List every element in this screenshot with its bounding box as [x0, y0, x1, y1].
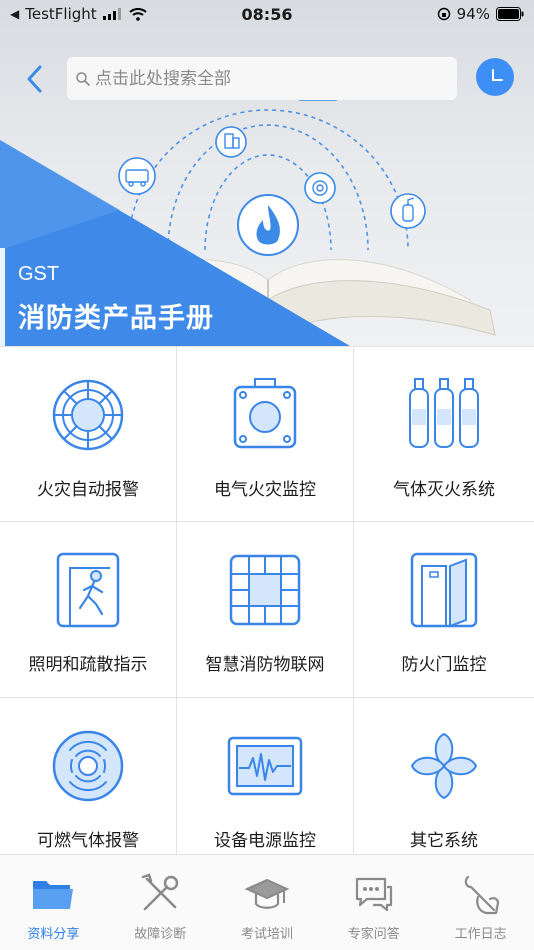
category-electrical-fire[interactable]: 电气火灾监控 [177, 347, 354, 522]
electrical-monitor-icon [233, 378, 297, 449]
search-input[interactable] [95, 68, 435, 89]
tab-work-log[interactable]: 工作日志 [427, 855, 534, 950]
orientation-lock-icon [437, 7, 450, 21]
wrench-hand-icon [464, 875, 499, 915]
tab-label: 资料分享 [27, 927, 80, 942]
other-systems-icon [410, 732, 478, 800]
status-time: 08:56 [241, 4, 293, 24]
chat-bubbles-icon [355, 877, 392, 912]
iot-chip-icon [229, 554, 301, 626]
tab-label: 考试培训 [240, 927, 293, 942]
folder-icon [33, 881, 74, 909]
battery-icon [496, 7, 524, 21]
category-power-monitoring[interactable]: 设备电源监控 [177, 698, 354, 855]
category-label: 电气火灾监控 [214, 480, 316, 500]
category-label: 其它系统 [410, 831, 478, 851]
category-label: 设备电源监控 [214, 831, 316, 851]
banner: GST 消防类产品手册 [0, 0, 534, 346]
tab-label: 专家问答 [347, 927, 400, 942]
tab-resource-sharing[interactable]: 资料分享 [0, 855, 107, 950]
search-icon [76, 71, 90, 86]
tab-label: 故障诊断 [134, 927, 187, 942]
category-label: 防火门监控 [401, 655, 487, 675]
banner-subtitle: GST [18, 263, 60, 285]
category-label: 智慧消防物联网 [205, 655, 325, 675]
tab-label: 工作日志 [454, 927, 507, 942]
tab-exam-training[interactable]: 考试培训 [214, 855, 321, 950]
category-fire-door[interactable]: 防火门监控 [354, 522, 534, 698]
category-label: 照明和疏散指示 [28, 655, 148, 675]
category-evacuation-lighting[interactable]: 照明和疏散指示 [0, 522, 177, 698]
carrier-label: TestFlight [25, 5, 97, 23]
evacuation-sign-icon [56, 552, 120, 628]
category-other-systems[interactable]: 其它系统 [354, 698, 534, 855]
signal-icon [102, 8, 121, 20]
category-fire-alarm[interactable]: 火灾自动报警 [0, 347, 177, 522]
wifi-icon [128, 7, 147, 21]
category-combustible-gas[interactable]: 可燃气体报警 [0, 698, 177, 855]
power-monitor-icon [227, 736, 303, 796]
category-grid: 火灾自动报警 电气火灾监控 气体灭火系统 照明和疏散指示 智慧消防物联网 防火门… [0, 346, 534, 855]
fire-door-icon [410, 552, 478, 628]
history-button[interactable] [476, 58, 514, 96]
gas-detector-icon [52, 730, 124, 802]
clock-icon [492, 69, 503, 81]
back-arrow-small-icon: ◀ [10, 7, 20, 21]
banner-title: 消防类产品手册 [18, 303, 214, 334]
tools-icon [141, 873, 179, 911]
category-smart-iot[interactable]: 智慧消防物联网 [177, 522, 354, 698]
tab-expert-qa[interactable]: 专家问答 [320, 855, 427, 950]
graduation-cap-icon [244, 878, 290, 909]
category-label: 气体灭火系统 [393, 480, 495, 500]
back-button[interactable] [18, 62, 52, 96]
category-label: 可燃气体报警 [37, 831, 139, 851]
search-bar[interactable] [67, 57, 457, 100]
tab-fault-diagnosis[interactable]: 故障诊断 [107, 855, 214, 950]
status-bar: ◀ TestFlight 08:56 94% [0, 0, 534, 28]
fire-alarm-detector-icon [52, 379, 124, 451]
battery-percent: 94% [456, 5, 490, 23]
category-gas-extinguishing[interactable]: 气体灭火系统 [354, 347, 534, 522]
gas-cylinders-icon [409, 378, 479, 448]
category-label: 火灾自动报警 [37, 480, 139, 500]
banner-illustration [0, 89, 496, 346]
bottom-tab-bar: 资料分享 故障诊断 考试培训 专家问答 工作日志 [0, 854, 534, 950]
chevron-left-icon [27, 65, 42, 93]
